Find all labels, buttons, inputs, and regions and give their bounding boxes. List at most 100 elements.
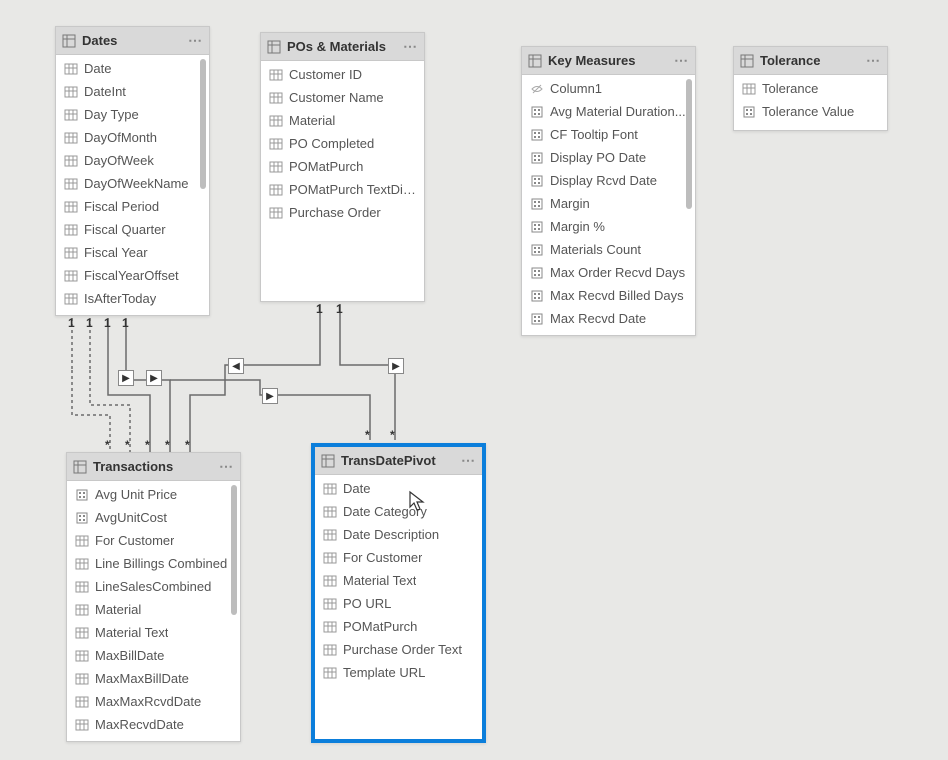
field-row[interactable]: Fiscal Period bbox=[56, 195, 209, 218]
table-icon bbox=[62, 34, 76, 48]
table-header[interactable]: POs & Materials ⋯ bbox=[261, 33, 424, 61]
more-options-icon[interactable]: ⋯ bbox=[670, 52, 689, 69]
field-row[interactable]: Date bbox=[56, 57, 209, 80]
field-row[interactable]: Date bbox=[315, 477, 482, 500]
table-header[interactable]: Key Measures ⋯ bbox=[522, 47, 695, 75]
measure-icon bbox=[75, 488, 89, 502]
cardinality-many: * bbox=[390, 428, 395, 442]
field-row[interactable]: Customer ID bbox=[261, 63, 424, 86]
field-list: Date Date CategoryDate DescriptionFor Cus… bbox=[315, 475, 482, 686]
field-row[interactable]: Purchase Order Text bbox=[315, 638, 482, 661]
field-row[interactable]: DayOfWeek bbox=[56, 149, 209, 172]
more-options-icon[interactable]: ⋯ bbox=[457, 452, 476, 469]
column-icon bbox=[64, 246, 78, 260]
column-icon bbox=[323, 666, 337, 680]
field-row[interactable]: POMatPurch TextDisp bbox=[261, 178, 424, 201]
field-row[interactable]: Purchase Order bbox=[261, 201, 424, 224]
field-row[interactable]: POMatPurch bbox=[315, 615, 482, 638]
table-card-tolerance[interactable]: Tolerance ⋯ Tolerance Tolerance Value bbox=[733, 46, 888, 131]
field-row[interactable]: FiscalYearOffset bbox=[56, 264, 209, 287]
field-label: Material bbox=[289, 113, 335, 128]
field-row[interactable]: MaxRecvdDate bbox=[67, 713, 240, 736]
field-row[interactable]: Max Order Recvd Days bbox=[522, 261, 695, 284]
field-row[interactable]: Fiscal Year bbox=[56, 241, 209, 264]
field-row[interactable]: Display PO Date bbox=[522, 146, 695, 169]
field-row[interactable]: MaxMaxBillDate bbox=[67, 667, 240, 690]
field-row[interactable]: Tolerance bbox=[734, 77, 887, 100]
field-row[interactable]: Material bbox=[261, 109, 424, 132]
field-row[interactable]: Max Recvd Date bbox=[522, 307, 695, 330]
field-row[interactable]: DayOfMonth bbox=[56, 126, 209, 149]
scrollbar[interactable] bbox=[686, 79, 692, 209]
column-icon bbox=[269, 68, 283, 82]
field-row[interactable]: Date Description bbox=[315, 523, 482, 546]
field-row[interactable]: IsAfterToday bbox=[56, 287, 209, 310]
field-row[interactable]: Tolerance Value bbox=[734, 100, 887, 123]
field-row[interactable]: Avg Unit Price bbox=[67, 483, 240, 506]
table-header[interactable]: Dates ⋯ bbox=[56, 27, 209, 55]
table-card-pos-materials[interactable]: POs & Materials ⋯ Customer IDCustomer Na… bbox=[260, 32, 425, 302]
field-row[interactable]: Line Billings Combined bbox=[67, 552, 240, 575]
field-label: POMatPurch TextDisp bbox=[289, 182, 416, 197]
field-row[interactable]: CF Tooltip Font bbox=[522, 123, 695, 146]
field-row[interactable]: Fiscal Quarter bbox=[56, 218, 209, 241]
column-icon bbox=[64, 108, 78, 122]
field-row[interactable]: Material Text bbox=[315, 569, 482, 592]
more-options-icon[interactable]: ⋯ bbox=[184, 32, 203, 49]
table-header[interactable]: TransDatePivot ⋯ bbox=[315, 447, 482, 475]
field-list: Customer IDCustomer Name Material PO Compl… bbox=[261, 61, 424, 226]
field-row[interactable]: Material Text bbox=[67, 621, 240, 644]
field-row[interactable]: Max Recvd Billed Days bbox=[522, 284, 695, 307]
measure-icon bbox=[530, 197, 544, 211]
table-header[interactable]: Tolerance ⋯ bbox=[734, 47, 887, 75]
table-card-transdatepivot[interactable]: TransDatePivot ⋯ Date Date CategoryDate D… bbox=[311, 443, 486, 743]
field-row[interactable]: DateInt bbox=[56, 80, 209, 103]
more-options-icon[interactable]: ⋯ bbox=[862, 52, 881, 69]
table-card-key-measures[interactable]: Key Measures ⋯ Column1Avg Material Durat… bbox=[521, 46, 696, 336]
field-row[interactable]: DayOfWeekName bbox=[56, 172, 209, 195]
field-label: Purchase Order Text bbox=[343, 642, 462, 657]
table-icon bbox=[528, 54, 542, 68]
scrollbar[interactable] bbox=[231, 485, 237, 615]
field-row[interactable]: Material bbox=[67, 598, 240, 621]
column-icon bbox=[323, 620, 337, 634]
field-row[interactable]: Display Rcvd Date bbox=[522, 169, 695, 192]
table-title: TransDatePivot bbox=[341, 453, 457, 468]
field-row[interactable]: Margin % bbox=[522, 215, 695, 238]
measure-icon bbox=[742, 105, 756, 119]
field-row[interactable]: Template URL bbox=[315, 661, 482, 684]
field-label: Tolerance Value bbox=[762, 104, 854, 119]
field-row[interactable]: Customer Name bbox=[261, 86, 424, 109]
column-icon bbox=[64, 200, 78, 214]
column-icon bbox=[323, 643, 337, 657]
cardinality-one: 1 bbox=[86, 316, 93, 330]
measure-icon bbox=[530, 128, 544, 142]
field-row[interactable]: MaxBillDate bbox=[67, 644, 240, 667]
field-row[interactable]: LineSalesCombined bbox=[67, 575, 240, 598]
field-row[interactable]: Materials Count bbox=[522, 238, 695, 261]
more-options-icon[interactable]: ⋯ bbox=[215, 458, 234, 475]
table-title: POs & Materials bbox=[287, 39, 399, 54]
field-row[interactable]: PO URL bbox=[315, 592, 482, 615]
field-row[interactable]: PO Completed bbox=[261, 132, 424, 155]
field-row[interactable]: MaxMaxRcvdDate bbox=[67, 690, 240, 713]
field-row[interactable]: For Customer bbox=[315, 546, 482, 569]
more-options-icon[interactable]: ⋯ bbox=[399, 38, 418, 55]
table-card-dates[interactable]: Dates ⋯ DateDateIntDay TypeDayOfMonthDay… bbox=[55, 26, 210, 316]
filter-direction-icon: ▶ bbox=[118, 370, 134, 386]
field-row[interactable]: AvgUnitCost bbox=[67, 506, 240, 529]
table-card-transactions[interactable]: Transactions ⋯ Avg Unit PriceAvgUnitCost… bbox=[66, 452, 241, 742]
field-row[interactable]: POMatPurch bbox=[261, 155, 424, 178]
scrollbar[interactable] bbox=[200, 59, 206, 189]
table-header[interactable]: Transactions ⋯ bbox=[67, 453, 240, 481]
field-row[interactable]: Avg Material Duration... bbox=[522, 100, 695, 123]
field-label: Date bbox=[343, 481, 370, 496]
field-label: Tolerance bbox=[762, 81, 818, 96]
field-row[interactable]: Column1 bbox=[522, 77, 695, 100]
field-label: Display PO Date bbox=[550, 150, 646, 165]
field-row[interactable]: Date Category bbox=[315, 500, 482, 523]
field-row[interactable]: Margin bbox=[522, 192, 695, 215]
column-icon bbox=[75, 649, 89, 663]
field-row[interactable]: Day Type bbox=[56, 103, 209, 126]
field-row[interactable]: For Customer bbox=[67, 529, 240, 552]
